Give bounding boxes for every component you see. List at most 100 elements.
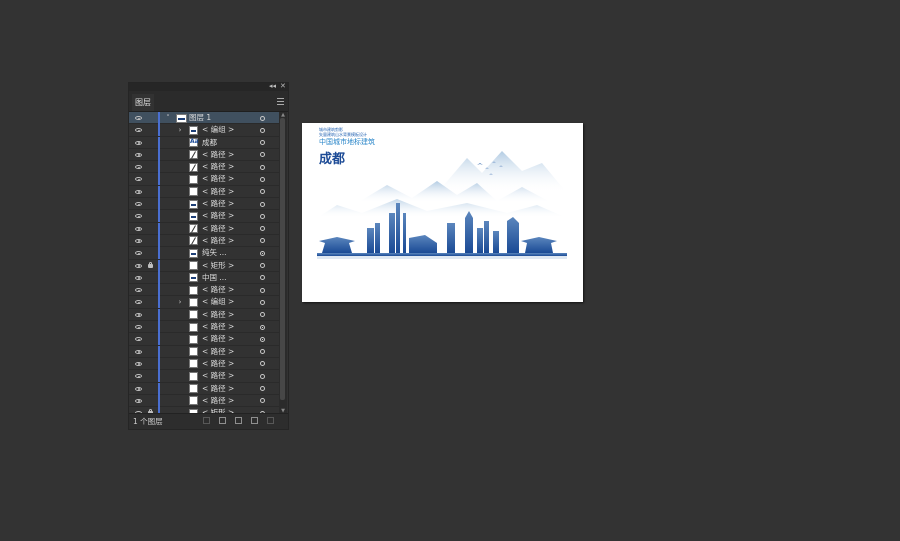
visibility-eye-icon[interactable] bbox=[135, 325, 142, 330]
target-circle-icon[interactable] bbox=[260, 275, 265, 281]
layer-name[interactable]: < 路径 > bbox=[202, 370, 234, 382]
target-circle-icon[interactable] bbox=[260, 386, 265, 392]
layer-name[interactable]: 图层 1 bbox=[189, 112, 211, 124]
visibility-eye-icon[interactable] bbox=[135, 152, 142, 157]
target-circle-icon[interactable] bbox=[260, 176, 265, 182]
layer-name[interactable]: < 路径 > bbox=[202, 173, 234, 185]
layer-item-row[interactable]: < 路径 > bbox=[129, 357, 279, 371]
target-circle-icon[interactable] bbox=[260, 164, 265, 170]
layer-item-row[interactable]: < 路径 > bbox=[129, 284, 279, 297]
layer-item-row[interactable]: < 路径 > bbox=[129, 394, 279, 408]
layer-item-row[interactable]: › < 编组 > bbox=[129, 296, 279, 309]
layer-item-row[interactable]: < 路径 > bbox=[129, 173, 279, 186]
layer-row-selected[interactable]: ˅ 图层 1 bbox=[129, 112, 279, 125]
visibility-eye-icon[interactable] bbox=[135, 128, 142, 133]
close-panel-icon[interactable]: ✕ bbox=[280, 81, 286, 91]
layer-item-row[interactable]: < 路径 > bbox=[129, 321, 279, 334]
visibility-eye-icon[interactable] bbox=[135, 189, 142, 194]
target-circle-icon[interactable] bbox=[260, 336, 265, 342]
panel-menu-icon[interactable] bbox=[277, 98, 284, 105]
layer-name[interactable]: 中国 ... bbox=[202, 272, 227, 284]
expand-chevron-icon[interactable]: › bbox=[176, 296, 184, 308]
expand-chevron-icon[interactable]: › bbox=[176, 124, 184, 136]
target-circle-icon[interactable] bbox=[260, 140, 265, 146]
layer-name[interactable]: 纯矢 ... bbox=[202, 247, 227, 259]
target-circle-icon[interactable] bbox=[260, 250, 265, 256]
target-circle-icon[interactable] bbox=[260, 299, 265, 305]
target-circle-icon[interactable] bbox=[260, 127, 265, 133]
layer-item-row[interactable]: < 路径 > bbox=[129, 185, 279, 199]
layer-name[interactable]: < 矩形 > bbox=[202, 260, 234, 272]
layer-item-row[interactable]: < 路径 > bbox=[129, 148, 279, 162]
layer-name[interactable]: < 路径 > bbox=[202, 149, 234, 161]
layer-item-row[interactable]: 中国 ... bbox=[129, 271, 279, 285]
target-circle-icon[interactable] bbox=[260, 324, 265, 330]
target-circle-icon[interactable] bbox=[260, 312, 265, 318]
layer-name[interactable]: < 路径 > bbox=[202, 309, 234, 321]
target-circle-icon[interactable] bbox=[260, 398, 265, 404]
layer-name[interactable]: < 路径 > bbox=[202, 235, 234, 247]
layer-item-row[interactable]: < 路径 > bbox=[129, 222, 279, 235]
target-circle-icon[interactable] bbox=[260, 152, 265, 158]
visibility-eye-icon[interactable] bbox=[135, 177, 142, 182]
layer-item-row[interactable]: < 路径 > bbox=[129, 370, 279, 383]
target-circle-icon[interactable] bbox=[260, 349, 265, 355]
layer-item-row[interactable]: < 路径 > bbox=[129, 161, 279, 174]
visibility-eye-icon[interactable] bbox=[135, 165, 142, 170]
target-circle-icon[interactable] bbox=[260, 373, 265, 379]
visibility-eye-icon[interactable] bbox=[135, 263, 142, 268]
layer-item-row[interactable]: < 路径 > bbox=[129, 382, 279, 395]
layer-name[interactable]: < 路径 > bbox=[202, 198, 234, 210]
layer-name[interactable]: < 路径 > bbox=[202, 383, 234, 395]
visibility-eye-icon[interactable] bbox=[135, 337, 142, 342]
layer-item-row[interactable]: < 路径 > bbox=[129, 210, 279, 223]
visibility-eye-icon[interactable] bbox=[135, 288, 142, 293]
create-new-layer-icon[interactable] bbox=[251, 417, 258, 424]
visibility-eye-icon[interactable] bbox=[135, 349, 142, 354]
collapse-panel-icon[interactable]: ◂◂ bbox=[269, 81, 276, 91]
visibility-eye-icon[interactable] bbox=[135, 238, 142, 243]
target-circle-icon[interactable] bbox=[260, 287, 265, 293]
visibility-eye-icon[interactable] bbox=[135, 214, 142, 219]
layers-scrollbar[interactable]: ▲ ▼ bbox=[279, 112, 287, 414]
layer-name[interactable]: < 路径 > bbox=[202, 358, 234, 370]
layer-name[interactable]: < 编组 > bbox=[202, 296, 234, 308]
target-circle-icon[interactable] bbox=[260, 213, 265, 219]
scroll-thumb[interactable] bbox=[280, 118, 285, 400]
layer-name[interactable]: < 编组 > bbox=[202, 124, 234, 136]
layer-name[interactable]: 成都 bbox=[202, 137, 217, 149]
visibility-eye-icon[interactable] bbox=[135, 116, 142, 120]
layer-name[interactable]: < 路径 > bbox=[202, 333, 234, 345]
target-circle-icon[interactable] bbox=[260, 201, 265, 207]
layer-item-row[interactable]: < 路径 > bbox=[129, 234, 279, 248]
visibility-eye-icon[interactable] bbox=[135, 300, 142, 305]
target-circle-icon[interactable] bbox=[260, 238, 265, 244]
visibility-eye-icon[interactable] bbox=[135, 140, 142, 145]
layer-item-row[interactable]: < 路径 > bbox=[129, 198, 279, 211]
visibility-eye-icon[interactable] bbox=[135, 202, 142, 207]
target-circle-icon[interactable] bbox=[260, 263, 265, 269]
tab-layers[interactable]: 图层 bbox=[132, 94, 154, 111]
create-sublayer-icon[interactable] bbox=[235, 417, 242, 424]
visibility-eye-icon[interactable] bbox=[135, 386, 142, 391]
lock-icon[interactable] bbox=[148, 261, 153, 268]
panel-title-bar[interactable]: ◂◂ ✕ bbox=[129, 81, 288, 91]
layer-name[interactable]: < 路径 > bbox=[202, 395, 234, 407]
layer-item-row[interactable]: › < 编组 > bbox=[129, 124, 279, 137]
layer-name[interactable]: < 路径 > bbox=[202, 284, 234, 296]
layer-name[interactable]: < 路径 > bbox=[202, 346, 234, 358]
target-circle-icon[interactable] bbox=[260, 115, 265, 121]
artboard[interactable]: 城市建筑剪影 矢量建筑山水背景模板设计 中国城市地标建筑 成都 bbox=[302, 123, 583, 302]
make-clipping-mask-icon[interactable] bbox=[219, 417, 226, 424]
target-circle-icon[interactable] bbox=[260, 189, 265, 195]
visibility-eye-icon[interactable] bbox=[135, 275, 142, 280]
layer-item-row[interactable]: 纯矢 ... bbox=[129, 247, 279, 260]
layer-item-row[interactable]: < 路径 > bbox=[129, 345, 279, 358]
visibility-eye-icon[interactable] bbox=[135, 251, 142, 256]
visibility-eye-icon[interactable] bbox=[135, 374, 142, 379]
expand-chevron-icon[interactable]: ˅ bbox=[164, 112, 172, 124]
visibility-eye-icon[interactable] bbox=[135, 312, 142, 317]
target-circle-icon[interactable] bbox=[260, 226, 265, 232]
layer-name[interactable]: < 路径 > bbox=[202, 161, 234, 173]
layer-item-row[interactable]: < 路径 > bbox=[129, 308, 279, 322]
